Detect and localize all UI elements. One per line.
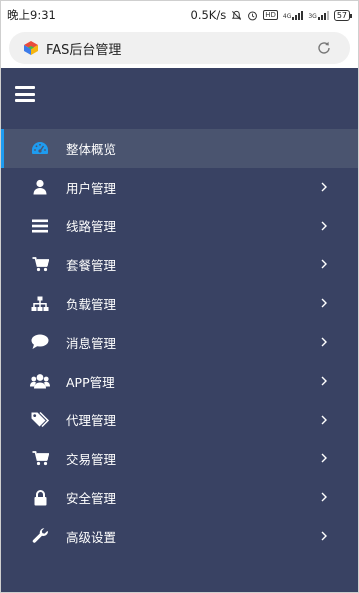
sidebar-item-label: 线路管理	[66, 219, 117, 235]
sidebar-item-label: 用户管理	[66, 180, 117, 196]
sidebar-item-label: 整体概览	[66, 141, 117, 157]
chevron-right-icon	[321, 221, 327, 231]
status-indicators: 0.5K/s HD 4G 3G 57	[190, 8, 353, 22]
list-icon	[30, 216, 50, 236]
sidebar-item-label: 交易管理	[66, 452, 117, 468]
sidebar-item-load[interactable]: 负载管理	[1, 284, 358, 323]
sidebar-item-label: 代理管理	[66, 413, 117, 429]
status-time: 晚上9:31	[7, 8, 56, 22]
sidebar-item-lines[interactable]: 线路管理	[1, 207, 358, 246]
chevron-right-icon	[321, 376, 327, 386]
wrench-icon	[30, 526, 50, 546]
lock-icon	[30, 488, 50, 508]
dashboard-icon	[30, 138, 50, 158]
chevron-right-icon	[321, 531, 327, 541]
site-logo-icon	[24, 41, 38, 55]
admin-sidebar: 整体概览 用户管理 线路管理 套餐管理 负载管理 消息管理 APP管理 代理管理…	[1, 68, 358, 592]
sidebar-item-messages[interactable]: 消息管理	[1, 323, 358, 362]
sidebar-item-label: 消息管理	[66, 335, 117, 351]
cart-icon	[30, 449, 50, 469]
sidebar-item-security[interactable]: 安全管理	[1, 478, 358, 517]
phone-screen: 晚上9:31 0.5K/s HD 4G 3G 57 FAS后台管理 整体概览 用…	[0, 0, 359, 593]
sidebar-item-packages[interactable]: 套餐管理	[1, 245, 358, 284]
chevron-right-icon	[321, 182, 327, 192]
cart-icon	[30, 255, 50, 275]
signal-4g: 4G	[283, 10, 304, 20]
address-title: FAS后台管理	[46, 42, 122, 58]
menu-toggle-icon[interactable]	[15, 86, 35, 102]
chevron-right-icon	[321, 492, 327, 502]
chevron-right-icon	[321, 298, 327, 308]
tags-icon	[30, 410, 50, 430]
chevron-right-icon	[321, 453, 327, 463]
reload-icon[interactable]	[316, 40, 332, 56]
sidebar-item-users[interactable]: 用户管理	[1, 168, 358, 207]
user-icon	[30, 177, 50, 197]
sidebar-item-label: 套餐管理	[66, 258, 117, 274]
sidebar-item-label: APP管理	[66, 374, 115, 390]
mute-icon	[232, 10, 242, 20]
status-bar: 晚上9:31 0.5K/s HD 4G 3G 57	[1, 1, 358, 29]
sidebar-item-label: 负载管理	[66, 297, 117, 313]
sidebar-item-app[interactable]: APP管理	[1, 362, 358, 401]
sidebar-item-overview[interactable]: 整体概览	[1, 129, 358, 168]
alarm-icon	[248, 11, 258, 20]
active-indicator	[1, 129, 4, 168]
sidebar-menu: 整体概览 用户管理 线路管理 套餐管理 负载管理 消息管理 APP管理 代理管理…	[1, 129, 358, 556]
chevron-right-icon	[321, 415, 327, 425]
users-icon	[30, 371, 50, 391]
browser-toolbar: FAS后台管理	[1, 29, 358, 68]
hd-badge: HD	[263, 10, 278, 20]
network-speed: 0.5K/s	[190, 8, 227, 22]
battery-indicator: 57	[333, 9, 353, 21]
sidebar-item-agents[interactable]: 代理管理	[1, 401, 358, 440]
sidebar-item-advanced[interactable]: 高级设置	[1, 517, 358, 556]
address-bar[interactable]: FAS后台管理	[9, 32, 350, 64]
sitemap-icon	[30, 294, 50, 314]
chevron-right-icon	[321, 259, 327, 269]
chevron-right-icon	[321, 337, 327, 347]
sidebar-item-label: 高级设置	[66, 529, 117, 545]
sidebar-item-transactions[interactable]: 交易管理	[1, 439, 358, 478]
signal-3g: 3G	[308, 10, 329, 20]
sidebar-item-label: 安全管理	[66, 491, 117, 507]
chat-bubble-icon	[30, 332, 50, 352]
